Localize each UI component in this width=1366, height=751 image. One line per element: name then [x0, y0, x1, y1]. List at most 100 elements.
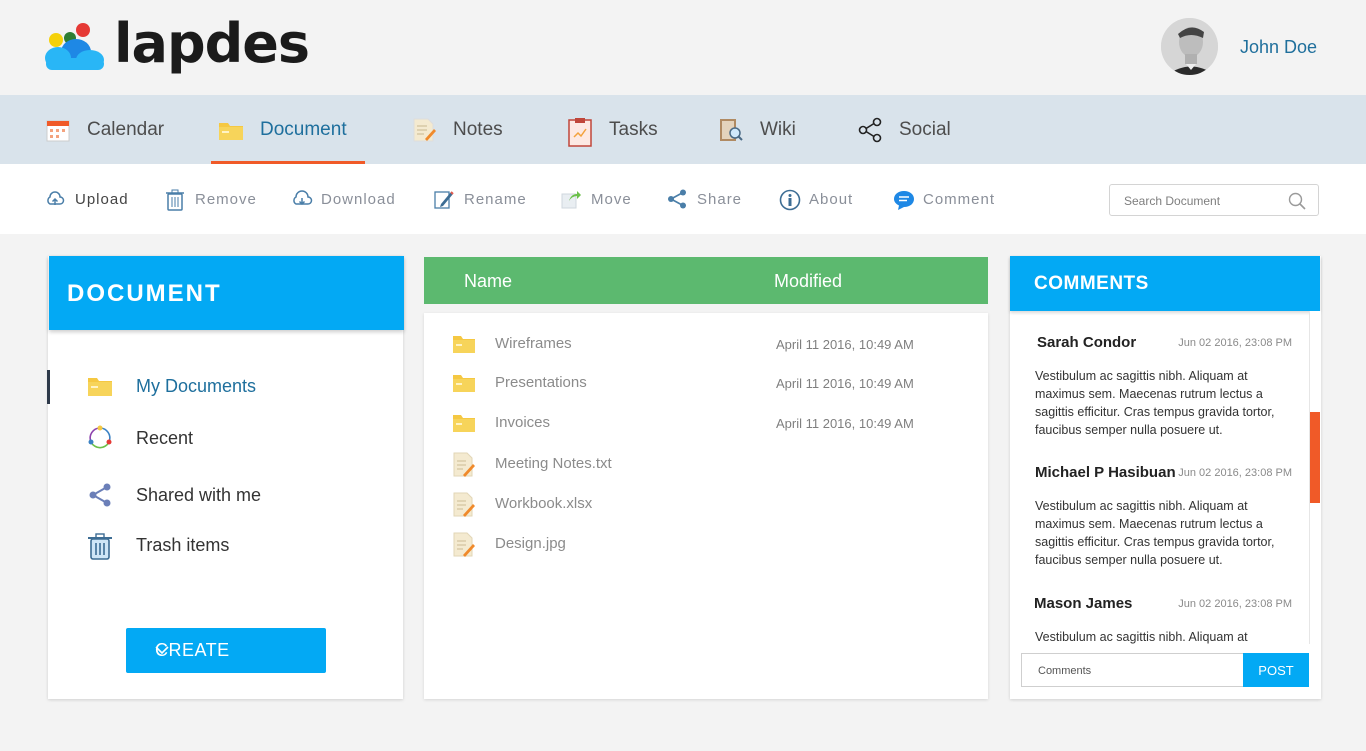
user-name[interactable]: John Doe: [1240, 36, 1317, 58]
nav-item-document[interactable]: Document: [218, 95, 347, 164]
nav-item-social[interactable]: Social: [857, 95, 951, 164]
comment-author[interactable]: Michael P Hasibuan: [1035, 464, 1176, 481]
tool-label: Remove: [195, 190, 257, 208]
pencil-icon: [434, 189, 454, 209]
file-name: Design.jpg: [495, 535, 566, 552]
brand-name: lapdes: [114, 12, 310, 75]
search-box: [1109, 184, 1319, 216]
rename-button[interactable]: Rename: [434, 164, 527, 234]
file-name: Presentations: [495, 374, 587, 391]
search-icon[interactable]: [1288, 192, 1306, 210]
nav-item-notes[interactable]: Notes: [411, 95, 503, 164]
table-row[interactable]: Presentations April 11 2016, 10:49 AM: [424, 363, 988, 403]
remove-button[interactable]: Remove: [165, 164, 257, 234]
avatar[interactable]: [1161, 18, 1218, 75]
comment-author[interactable]: Mason James: [1034, 595, 1132, 612]
info-icon: [779, 189, 801, 211]
calendar-icon: [45, 117, 71, 143]
comments-title: COMMENTS: [1034, 273, 1149, 294]
nav-label: Social: [899, 118, 951, 140]
table-row[interactable]: Meeting Notes.txt: [424, 444, 988, 484]
nav-label: Calendar: [87, 118, 165, 140]
file-icon: [451, 492, 477, 517]
comment-time: Jun 02 2016, 23:08 PM: [1178, 598, 1292, 610]
main-nav: Calendar Document Notes Tasks Wiki Socia…: [0, 95, 1366, 164]
cloud-download-icon: [291, 189, 313, 209]
logo-mark: [42, 22, 106, 72]
sidebar-header: DOCUMENT: [49, 256, 404, 330]
share-icon: [667, 189, 687, 209]
comments-header: COMMENTS: [1010, 256, 1320, 311]
comment-icon: [893, 189, 914, 210]
comment-field: [1021, 653, 1244, 687]
sidebar-item-label: Recent: [136, 427, 194, 448]
comment-input[interactable]: [1038, 662, 1233, 679]
comments-scrollbar-thumb[interactable]: [1310, 412, 1320, 503]
sidebar-item-shared[interactable]: Shared with me: [48, 475, 403, 515]
folder-icon: [87, 373, 113, 399]
comment-text: Vestibulum ac sagittis nibh. Aliquam at …: [1035, 499, 1275, 567]
trash-icon: [87, 532, 113, 560]
table-row[interactable]: Wireframes April 11 2016, 10:49 AM: [424, 324, 988, 364]
nav-item-tasks[interactable]: Tasks: [567, 95, 658, 164]
trash-icon: [165, 189, 185, 211]
create-button[interactable]: CREATE: [126, 628, 326, 673]
search-input[interactable]: [1124, 191, 1284, 211]
file-modified: April 11 2016, 10:49 AM: [776, 376, 914, 391]
wiki-icon: [718, 117, 744, 143]
cloud-upload-icon: [45, 189, 65, 209]
sidebar-item-recent[interactable]: Recent: [48, 418, 403, 458]
comment-time: Jun 02 2016, 23:08 PM: [1178, 467, 1292, 479]
sidebar-item-label: My Documents: [136, 375, 257, 396]
tool-label: About: [809, 190, 854, 208]
comment-button[interactable]: Comment: [893, 164, 995, 234]
file-table-header: Name Modified: [424, 257, 988, 304]
nav-label: Wiki: [760, 118, 796, 140]
sidebar-item-trash[interactable]: Trash items: [48, 525, 403, 565]
about-button[interactable]: About: [779, 164, 853, 234]
column-modified[interactable]: Modified: [774, 271, 842, 292]
nav-item-wiki[interactable]: Wiki: [718, 95, 796, 164]
post-button[interactable]: POST: [1243, 653, 1309, 687]
file-name: Invoices: [495, 414, 551, 431]
folder-icon: [218, 117, 244, 143]
nav-item-calendar[interactable]: Calendar: [45, 95, 164, 164]
file-name: Wireframes: [495, 335, 572, 352]
folder-icon: [451, 371, 477, 395]
file-name: Meeting Notes.txt: [495, 455, 612, 472]
sidebar-item-label: Trash items: [136, 534, 230, 555]
sidebar-item-my-documents[interactable]: My Documents: [48, 366, 403, 406]
comments-list: Sarah Condor Jun 02 2016, 23:08 PM Vesti…: [1010, 311, 1310, 644]
comment-text: Vestibulum ac sagittis nibh. Aliquam at …: [1035, 630, 1248, 644]
share-button[interactable]: Share: [667, 164, 742, 234]
file-icon: [451, 452, 477, 477]
nav-label: Document: [260, 118, 347, 140]
file-modified: April 11 2016, 10:49 AM: [776, 337, 914, 352]
table-row[interactable]: Invoices April 11 2016, 10:49 AM: [424, 403, 988, 443]
file-modified: April 11 2016, 10:49 AM: [776, 416, 914, 431]
move-button[interactable]: Move: [561, 164, 632, 234]
folder-icon: [451, 411, 477, 435]
tool-label: Move: [591, 190, 632, 208]
upload-button[interactable]: Upload: [45, 164, 129, 234]
notes-icon: [411, 117, 437, 143]
comment-time: Jun 02 2016, 23:08 PM: [1178, 337, 1292, 349]
sidebar-item-label: Shared with me: [136, 484, 262, 505]
tool-label: Upload: [75, 190, 129, 208]
table-row[interactable]: Design.jpg: [424, 524, 988, 564]
comment-text: Vestibulum ac sagittis nibh. Aliquam at …: [1035, 369, 1275, 437]
tool-label: Comment: [923, 190, 996, 208]
table-row[interactable]: Workbook.xlsx: [424, 484, 988, 524]
sidebar-title: DOCUMENT: [67, 280, 222, 307]
tool-label: Download: [321, 190, 396, 208]
move-icon: [561, 189, 581, 209]
file-icon: [451, 532, 477, 557]
download-button[interactable]: Download: [291, 164, 396, 234]
column-name[interactable]: Name: [464, 271, 512, 292]
comment-author[interactable]: Sarah Condor: [1037, 334, 1136, 351]
file-name: Workbook.xlsx: [495, 495, 593, 512]
tool-label: Rename: [464, 190, 527, 208]
nav-label: Notes: [453, 118, 503, 140]
tasks-icon: [567, 117, 593, 147]
tool-label: Share: [697, 190, 743, 208]
